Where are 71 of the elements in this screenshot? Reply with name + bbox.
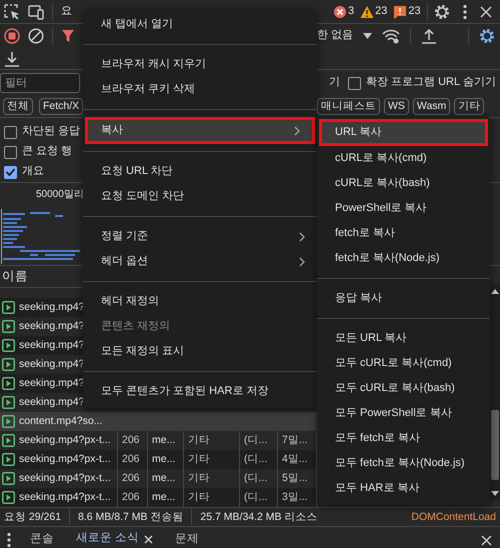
menu-item[interactable]: PowerShell로 복사 <box>317 196 490 221</box>
menu-item[interactable]: 모두 fetch로 복사 <box>317 426 490 451</box>
status-text: 8.6 MB/8.7 MB 전송됨 <box>78 510 184 524</box>
menu-item[interactable]: 모든 URL 복사 <box>317 326 490 351</box>
file-name: seeking.mp4?px-t... <box>19 434 111 447</box>
file-name: seeking.mp4? <box>19 301 84 314</box>
menu-item[interactable]: 브라우저 캐시 지우기 <box>83 52 317 77</box>
menu-item[interactable]: 모든 재정의 표시 <box>83 339 317 364</box>
menu-item[interactable]: 모두 fetch로 복사(Node.js) <box>317 451 490 476</box>
table-row[interactable]: content.mp4?so... <box>0 412 317 431</box>
column-header[interactable]: 이름 <box>0 269 28 284</box>
table-row[interactable]: seeking.mp4?px-t... 206 me... 기타 (디... 3밀... <box>0 488 317 507</box>
menu-item[interactable]: 모두 HAR로 복사 <box>317 476 490 501</box>
menu-item[interactable]: fetch로 복사(Node.js) <box>317 246 490 271</box>
menu-item[interactable]: 복사 <box>88 120 312 141</box>
drawer-tab[interactable]: 콘솔 <box>26 526 58 548</box>
menu-item[interactable]: URL 복사 <box>322 122 485 143</box>
status-text: 25.7 MB/34.2 MB 리소스 <box>200 510 318 524</box>
error-count: 3 <box>348 4 354 18</box>
file-name: seeking.mp4?px-t... <box>19 453 111 466</box>
file-name: seeking.mp4? <box>19 320 84 333</box>
initiator-cell: 기타 <box>184 488 240 507</box>
type-cell: me... <box>148 488 184 507</box>
table-row[interactable]: seeking.mp4?px-t... 206 me... 기타 (디... 7밀... <box>0 431 317 450</box>
menu-item[interactable]: 헤더 재정의 <box>83 289 317 314</box>
menu-item[interactable]: 요청 도메인 차단 <box>83 184 317 209</box>
status-cell: 206 <box>118 488 148 507</box>
table-row[interactable]: seeking.mp4?px-t... 206 me... 기타 (디... 5밀... <box>0 469 317 488</box>
menu-item[interactable]: cURL로 복사(cmd) <box>317 146 490 171</box>
menu-item[interactable]: 모두 cURL로 복사(cmd) <box>317 351 490 376</box>
file-name: seeking.mp4?px-t... <box>19 491 111 504</box>
type-filter-chip[interactable]: 기타 <box>454 98 484 116</box>
table-row[interactable]: seeking.mp4?px-t... 206 me... 기타 (디... 4밀... <box>0 450 317 469</box>
checkbox-label: 큰 요청 행 <box>22 145 72 159</box>
type-filter-chip[interactable]: 전체 <box>3 98 33 116</box>
menu-item[interactable]: 요청 URL 차단 <box>83 159 317 184</box>
checkbox-label: 차단된 응답 <box>22 125 80 139</box>
menu-item[interactable]: 정렬 기준 <box>83 224 317 249</box>
file-name: seeking.mp4? <box>19 396 84 409</box>
timeline-tick-label: 50000밀리 <box>36 189 84 201</box>
type-filter-chip[interactable]: 매니페스트 <box>317 98 380 116</box>
menu-item[interactable]: 모두 콘텐츠가 포함된 HAR로 저장 <box>83 379 317 404</box>
type-filter-chip[interactable]: WS <box>384 98 409 116</box>
status-text: 요청 29/261 <box>4 510 62 524</box>
menu-item[interactable]: 모두 PowerShell로 복사 <box>317 401 490 426</box>
file-name: seeking.mp4? <box>19 377 84 390</box>
warning-count: 23 <box>375 4 388 18</box>
file-name: seeking.mp4?px-t... <box>19 472 111 485</box>
file-name: seeking.mp4? <box>19 358 84 371</box>
drawer-tab[interactable]: 문제 <box>171 526 204 548</box>
menu-item[interactable]: fetch로 복사 <box>317 221 490 246</box>
type-filter-chip[interactable]: Fetch/X <box>39 98 83 116</box>
type-filter-chip[interactable]: Wasm <box>412 98 450 116</box>
file-name: seeking.mp4? <box>19 339 84 352</box>
checkbox-label: 개요 <box>22 165 44 179</box>
menu-item[interactable]: cURL로 복사(bash) <box>317 171 490 196</box>
file-name: content.mp4?so... <box>19 415 102 428</box>
checkbox-label: 확장 프로그램 URL 숨기기 <box>366 76 496 90</box>
filter-field[interactable]: 필터 <box>0 73 80 93</box>
panel-tab[interactable]: 요 <box>61 4 72 18</box>
menu-item[interactable]: 새 탭에서 열기 <box>83 12 317 37</box>
menu-item[interactable]: 모두 cURL로 복사(bash) <box>317 376 490 401</box>
option-label: 기 <box>329 76 340 90</box>
menu-item[interactable]: 헤더 옵션 <box>83 249 317 274</box>
menu-item[interactable]: 응답 복사 <box>317 286 490 311</box>
event-timing: DOMContentLoad <box>411 510 496 524</box>
issue-count: 23 <box>408 4 421 18</box>
menu-item[interactable]: 브라우저 쿠키 삭제 <box>83 77 317 102</box>
drawer-tab[interactable]: 새로운 소식 <box>72 526 158 548</box>
size-cell: (디... <box>240 488 278 507</box>
throttling-select[interactable]: 한 없음 <box>317 29 354 43</box>
